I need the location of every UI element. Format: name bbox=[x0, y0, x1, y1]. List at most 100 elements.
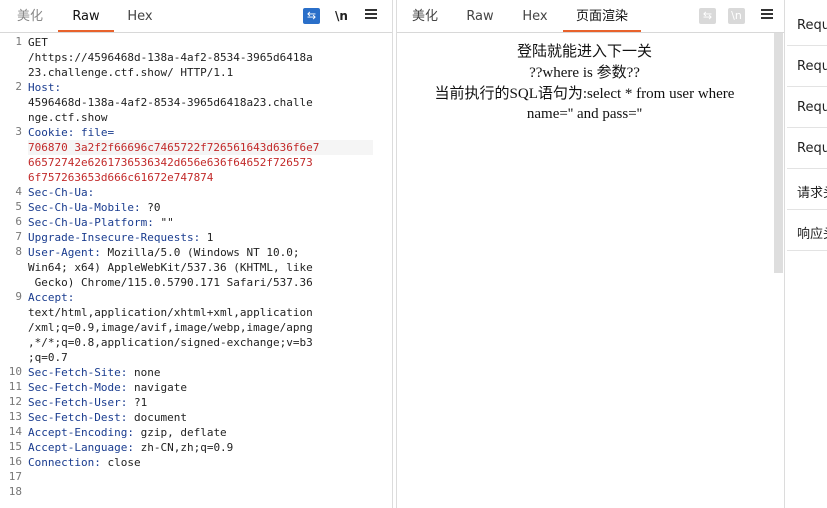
header-value: none bbox=[127, 366, 161, 379]
line-number: 9 bbox=[15, 290, 22, 303]
header-key: Sec-Fetch-User: bbox=[28, 396, 128, 409]
tab-pretty[interactable]: 美化 bbox=[409, 0, 441, 30]
header-key: Cookie: bbox=[28, 126, 81, 139]
line-number: 11 bbox=[8, 380, 22, 393]
header-value: "" bbox=[153, 216, 174, 229]
header-value: close bbox=[100, 456, 141, 469]
newline-toggle-icon[interactable]: \n bbox=[728, 8, 745, 24]
header-key: Accept: bbox=[28, 291, 75, 304]
header-key: Host: bbox=[28, 81, 62, 94]
code-line: Sec-Fetch-User: ?1 bbox=[28, 395, 373, 410]
newline-toggle-icon[interactable]: \n bbox=[333, 8, 350, 24]
code-line: 4596468d-138a-4af2-8534-3965d6418a23.cha… bbox=[28, 96, 313, 109]
code-line: Accept-Encoding: gzip, deflate bbox=[28, 425, 373, 440]
line-number: 7 bbox=[15, 230, 22, 243]
side-item[interactable]: 响应头 bbox=[797, 223, 827, 242]
code-line: Sec-Ch-Ua: bbox=[28, 185, 373, 200]
render-line: 登陆就能进入下一关 bbox=[516, 44, 652, 60]
header-value: gzip, deflate bbox=[133, 426, 227, 439]
code-line: /xml;q=0.9,image/avif,image/webp,image/a… bbox=[28, 321, 313, 334]
code-line: Host: bbox=[28, 80, 373, 95]
header-value: navigate bbox=[127, 381, 187, 394]
rendered-page: 登陆就能进入下一关 ??where is 参数?? 当前执行的SQL语句为:se… bbox=[397, 33, 772, 508]
header-value: ?1 bbox=[127, 396, 148, 409]
code-line: 6f757263653d666c61672e747874 bbox=[28, 171, 214, 184]
header-key: Sec-Ch-Ua-Platform: bbox=[28, 216, 154, 229]
code-line: Win64; x64) AppleWebKit/537.36 (KHTML, l… bbox=[28, 261, 313, 274]
line-number: 16 bbox=[8, 455, 22, 468]
divider bbox=[787, 127, 827, 128]
tab-render[interactable]: 页面渲染 bbox=[563, 0, 641, 32]
side-item[interactable]: Requ bbox=[797, 100, 827, 115]
cookie-name: file= bbox=[80, 126, 115, 139]
code-line: Sec-Ch-Ua-Mobile: ?0 bbox=[28, 200, 373, 215]
code-line: GET bbox=[28, 36, 48, 49]
header-key: Accept-Language: bbox=[28, 441, 134, 454]
line-number: 13 bbox=[8, 410, 22, 423]
header-key: Sec-Fetch-Site: bbox=[28, 366, 128, 379]
menu-icon[interactable] bbox=[761, 7, 773, 19]
code-line: 23.challenge.ctf.show/ HTTP/1.1 bbox=[28, 66, 234, 79]
header-key: Sec-Fetch-Dest: bbox=[28, 411, 128, 424]
code-line: 66572742e6261736536342d656e636f64652f726… bbox=[28, 156, 313, 169]
line-number: 15 bbox=[8, 440, 22, 453]
tab-raw[interactable]: Raw bbox=[58, 0, 114, 32]
line-number: 6 bbox=[15, 215, 22, 228]
tab-pretty[interactable]: 美化 bbox=[14, 0, 46, 30]
tab-hex[interactable]: Hex bbox=[124, 0, 156, 30]
code-line: ;q=0.7 bbox=[28, 351, 68, 364]
header-value: Mozilla/5.0 (Windows NT 10.0; bbox=[100, 246, 300, 259]
wrap-lines-icon[interactable]: ⇆ bbox=[303, 8, 320, 24]
code-line: Upgrade-Insecure-Requests: 1 bbox=[28, 230, 373, 245]
tab-hex[interactable]: Hex bbox=[521, 0, 549, 30]
line-number: 8 bbox=[15, 245, 22, 258]
tab-raw[interactable]: Raw bbox=[465, 0, 495, 30]
code-line: Connection: close bbox=[28, 455, 373, 470]
line-number: 3 bbox=[15, 125, 22, 138]
request-pane: 美化 Raw Hex ⇆ \n 1 GET/https://4596468d-13… bbox=[0, 0, 393, 508]
header-key: Upgrade-Insecure-Requests: bbox=[28, 231, 201, 244]
header-key: Accept-Encoding: bbox=[28, 426, 134, 439]
menu-icon[interactable] bbox=[365, 7, 377, 19]
line-number: 4 bbox=[15, 185, 22, 198]
divider bbox=[787, 168, 827, 169]
header-key: Sec-Ch-Ua-Mobile: bbox=[28, 201, 141, 214]
line-number: 5 bbox=[15, 200, 22, 213]
header-value: ?0 bbox=[140, 201, 161, 214]
render-line: 当前执行的SQL语句为:select * from user where bbox=[434, 86, 735, 102]
line-number: 14 bbox=[8, 425, 22, 438]
render-line: name='' and pass='' bbox=[526, 106, 643, 122]
code-line: Sec-Fetch-Mode: navigate bbox=[28, 380, 373, 395]
side-item[interactable]: Requ bbox=[797, 18, 827, 33]
code-line: /https://4596468d-138a-4af2-8534-3965d64… bbox=[28, 51, 313, 64]
side-item[interactable]: Requ bbox=[797, 59, 827, 74]
header-key: Sec-Fetch-Mode: bbox=[28, 381, 128, 394]
wrap-lines-icon[interactable]: ⇆ bbox=[699, 8, 716, 24]
render-line: ??where is 参数?? bbox=[529, 65, 640, 81]
line-number: 1 bbox=[15, 35, 22, 48]
header-key: Sec-Ch-Ua: bbox=[28, 186, 95, 199]
code-line: User-Agent: Mozilla/5.0 (Windows NT 10.0… bbox=[28, 245, 373, 260]
line-number: 17 bbox=[8, 470, 22, 483]
request-editor[interactable]: 1 GET/https://4596468d-138a-4af2-8534-396… bbox=[0, 33, 392, 508]
header-value: 1 bbox=[200, 231, 214, 244]
code-line: Accept: bbox=[28, 290, 373, 305]
line-number: 2 bbox=[15, 80, 22, 93]
header-value: zh-CN,zh;q=0.9 bbox=[133, 441, 234, 454]
line-number: 10 bbox=[8, 365, 22, 378]
line-number: 18 bbox=[8, 485, 22, 498]
code-line: text/html,application/xhtml+xml,applicat… bbox=[28, 306, 313, 319]
scrollbar[interactable] bbox=[774, 33, 783, 273]
divider bbox=[787, 209, 827, 210]
code-line: Cookie: file= bbox=[28, 125, 373, 140]
code-line: Sec-Ch-Ua-Platform: "" bbox=[28, 215, 373, 230]
side-item[interactable]: Requ bbox=[797, 141, 827, 156]
response-tabbar: 美化 Raw Hex 页面渲染 ⇆ \n bbox=[397, 0, 784, 33]
header-value: document bbox=[127, 411, 187, 424]
code-line: Accept-Language: zh-CN,zh;q=0.9 bbox=[28, 440, 373, 455]
line-number: 12 bbox=[8, 395, 22, 408]
divider bbox=[787, 86, 827, 87]
request-tabbar: 美化 Raw Hex ⇆ \n bbox=[0, 0, 392, 33]
side-item[interactable]: 请求头 bbox=[797, 182, 827, 201]
code-line: 706870 3a2f2f66696c7465722f726561643d636… bbox=[28, 140, 373, 155]
